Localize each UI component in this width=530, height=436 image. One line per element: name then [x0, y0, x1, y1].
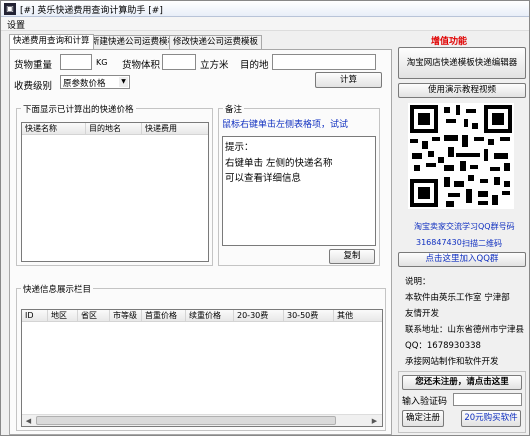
- about-line-1: 说明：: [405, 277, 431, 287]
- copy-button[interactable]: 复制: [329, 249, 375, 264]
- qq-group-label: 淘宝卖家交流学习QQ群号码: [414, 222, 515, 231]
- chevron-down-icon: ▼: [119, 77, 128, 87]
- tutorial-video-button[interactable]: 使用演示教程视频: [398, 83, 526, 98]
- about-line-3: 友情开发: [405, 309, 440, 319]
- about-line-5: QQ：1678930338: [405, 341, 481, 351]
- volume-label: 货物体积: [122, 60, 161, 71]
- qq-group-number: 316847430: [416, 238, 462, 247]
- verify-code-input[interactable]: [453, 393, 522, 406]
- buy-software-button[interactable]: 20元购买软件: [461, 410, 521, 427]
- notes-line-2: 右键单击 左侧的快递名称: [225, 158, 333, 169]
- tab-fee-query[interactable]: 快递费用查询和计算: [9, 34, 94, 49]
- info-group: 快递信息展示栏目 ID 地区 省区 市等级 首重价格 续重价格 20-30费 3…: [16, 283, 386, 431]
- verify-code-label: 输入验证码: [402, 397, 448, 407]
- fee-level-value: 原参数价格: [63, 79, 106, 89]
- info-col-extra-weight[interactable]: 续重价格: [186, 310, 234, 322]
- results-col-courier[interactable]: 快递名称: [22, 123, 86, 135]
- notes-hint: 鼠标右键单击左侧表格项，试试: [222, 120, 349, 130]
- menu-settings[interactable]: 设置: [7, 18, 25, 31]
- join-qq-group-button[interactable]: 点击这里加入QQ群: [398, 252, 526, 267]
- app-icon: ▣: [4, 3, 16, 15]
- destination-input[interactable]: [272, 54, 376, 70]
- weight-input[interactable]: [60, 54, 92, 70]
- results-col-destination[interactable]: 目的地名: [86, 123, 142, 135]
- calculate-button[interactable]: 计算: [315, 72, 382, 88]
- scroll-right-icon[interactable]: ▶: [369, 416, 380, 426]
- info-col-city-level[interactable]: 市等级: [110, 310, 142, 322]
- scroll-left-icon[interactable]: ◀: [23, 416, 34, 426]
- weight-unit: KG: [96, 58, 108, 67]
- results-col-fee[interactable]: 快递费用: [142, 123, 208, 135]
- results-group-title: 下面显示已计算出的快递价格: [21, 103, 136, 115]
- tab-edit-template[interactable]: 修改快递公司运费模板: [169, 35, 263, 49]
- destination-label: 目的地: [240, 60, 269, 71]
- scan-qr-label: 扫描二维码: [462, 239, 502, 248]
- window-title: [#] 英乐快递费用查询计算助手 [#]: [20, 6, 163, 16]
- about-line-6: 承接网站制作和软件开发: [405, 357, 499, 367]
- scroll-thumb[interactable]: [36, 416, 336, 425]
- about-line-4: 联系地址：山东省德州市宁津县: [405, 325, 525, 335]
- info-col-20-30[interactable]: 20-30费: [234, 310, 284, 322]
- tab-new-template[interactable]: 新建快递公司运费模板: [87, 35, 181, 49]
- info-group-title: 快递信息展示栏目: [21, 283, 94, 295]
- info-col-other[interactable]: 其他: [334, 310, 382, 322]
- notes-line-1: 提示：: [225, 142, 254, 153]
- register-button[interactable]: 您还未注册，请点击这里: [402, 375, 522, 390]
- qr-code-image: [408, 103, 514, 209]
- info-col-id[interactable]: ID: [22, 310, 48, 322]
- fee-level-label: 收费级别: [14, 81, 53, 92]
- register-group: 您还未注册，请点击这里 输入验证码 确定注册 20元购买软件: [398, 371, 526, 433]
- volume-unit: 立方米: [200, 60, 229, 71]
- confirm-register-button[interactable]: 确定注册: [402, 410, 444, 427]
- template-editor-button[interactable]: 淘宝网店快递模板快递编辑器: [398, 47, 526, 79]
- info-table-hscrollbar[interactable]: ◀ ▶: [22, 414, 382, 426]
- weight-label: 货物重量: [14, 60, 53, 71]
- info-col-first-weight[interactable]: 首重价格: [142, 310, 186, 322]
- info-col-region[interactable]: 地区: [48, 310, 78, 322]
- notes-textarea[interactable]: 提示： 右键单击 左侧的快递名称 可以查看详细信息: [222, 136, 376, 246]
- notes-group: 备注 鼠标右键单击左侧表格项，试试 提示： 右键单击 左侧的快递名称 可以查看详…: [218, 103, 380, 266]
- info-col-30-50[interactable]: 30-50费: [284, 310, 334, 322]
- info-col-province[interactable]: 省区: [78, 310, 110, 322]
- results-table[interactable]: 快递名称 目的地名 快递费用: [21, 122, 209, 262]
- results-group: 下面显示已计算出的快递价格 快递名称 目的地名 快递费用: [16, 103, 213, 266]
- feature-title: 增值功能: [431, 37, 468, 47]
- fee-level-select[interactable]: 原参数价格 ▼: [60, 75, 130, 89]
- info-table[interactable]: ID 地区 省区 市等级 首重价格 续重价格 20-30费 30-50费 其他 …: [21, 309, 383, 427]
- about-line-2: 本软件由英乐工作室 宁津部: [405, 293, 510, 303]
- menu-bar: 设置: [1, 17, 529, 31]
- notes-line-3: 可以查看详细信息: [225, 173, 302, 184]
- app-window: ▣ [#] 英乐快递费用查询计算助手 [#] 设置 快递费用查询和计算 新建快递…: [0, 0, 530, 436]
- title-bar: ▣ [#] 英乐快递费用查询计算助手 [#]: [1, 1, 529, 17]
- notes-group-title: 备注: [223, 103, 245, 115]
- volume-input[interactable]: [162, 54, 196, 70]
- main-panel: 货物重量 KG 货物体积 立方米 目的地 收费级别 原参数价格 ▼ 计算 下面显…: [9, 49, 392, 435]
